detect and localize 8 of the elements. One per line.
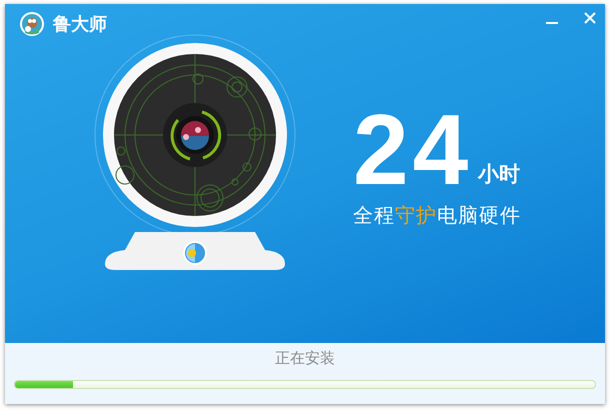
hours-number: 24	[353, 110, 472, 190]
mascot-logo-icon	[19, 11, 45, 37]
window-title: 鲁大师	[53, 13, 107, 36]
hours-unit: 小时	[478, 161, 520, 188]
status-text: 正在安装	[275, 349, 335, 368]
minimize-icon	[546, 22, 558, 24]
banner-subtitle: 全程守护电脑硬件	[353, 202, 521, 229]
close-icon	[583, 11, 597, 25]
